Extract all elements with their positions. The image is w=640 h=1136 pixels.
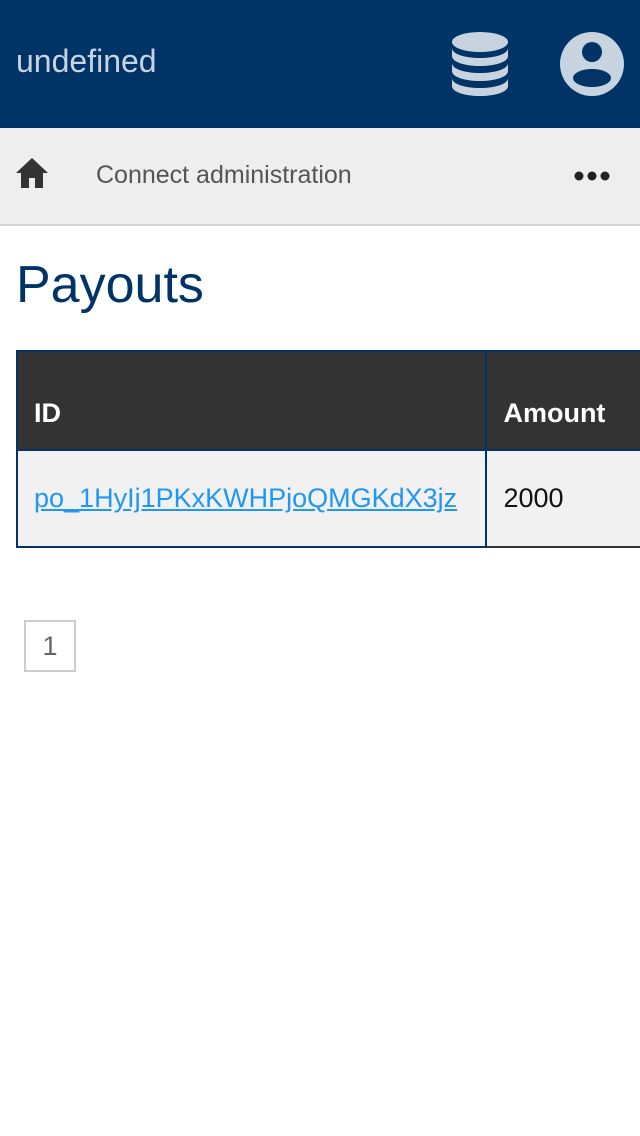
payouts-table-container: ID Amount po_1HyIj1PKxKWHPjoQMGKdX3jz 20… [16, 350, 640, 548]
database-icon[interactable] [448, 30, 512, 98]
home-icon[interactable] [14, 156, 50, 190]
user-account-icon[interactable] [558, 30, 626, 98]
payout-amount-cell: 2000 [485, 450, 640, 548]
payouts-table: ID Amount po_1HyIj1PKxKWHPjoQMGKdX3jz 20… [16, 350, 640, 548]
top-app-bar: undefined [0, 0, 640, 128]
pagination-page-1[interactable]: 1 [24, 620, 76, 672]
column-header-id[interactable]: ID [16, 350, 488, 451]
app-title: undefined [16, 43, 157, 79]
more-horizontal-icon[interactable] [572, 166, 612, 186]
table-row: po_1HyIj1PKxKWHPjoQMGKdX3jz 2000 [16, 450, 640, 548]
payout-id-link[interactable]: po_1HyIj1PKxKWHPjoQMGKdX3jz [34, 483, 457, 513]
payout-id-cell: po_1HyIj1PKxKWHPjoQMGKdX3jz [16, 450, 487, 548]
breadcrumb-label[interactable]: Connect administration [96, 160, 352, 190]
table-header-row: ID Amount [16, 350, 640, 451]
column-header-amount[interactable]: Amount [485, 350, 640, 451]
page-title: Payouts [16, 256, 204, 314]
